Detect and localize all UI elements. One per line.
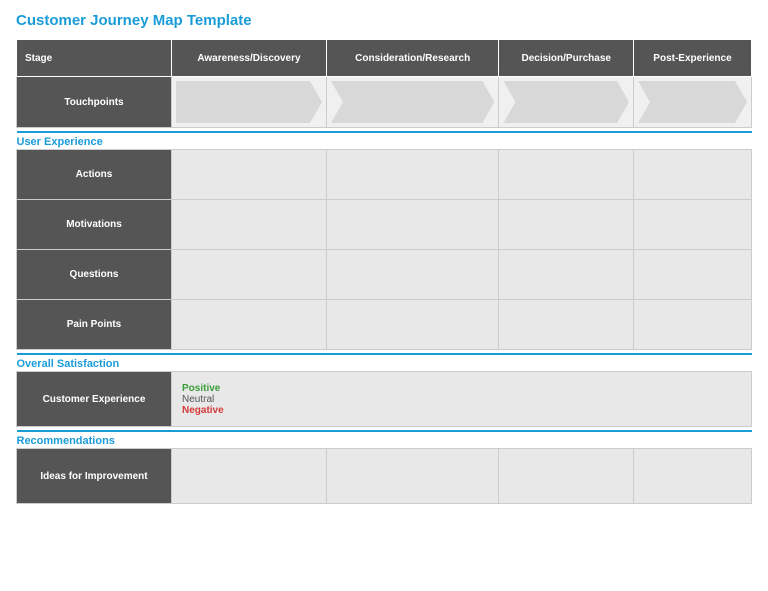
- overall-satisfaction-label: Overall Satisfaction: [17, 358, 120, 370]
- questions-cell-4[interactable]: [633, 250, 751, 300]
- customer-experience-label: Customer Experience: [17, 372, 172, 427]
- motivations-cell-4[interactable]: [633, 200, 751, 250]
- motivations-cell-3[interactable]: [499, 200, 634, 250]
- motivations-cell-1[interactable]: [172, 200, 327, 250]
- overall-satisfaction-section-row: Overall Satisfaction: [17, 350, 752, 372]
- questions-cell-3[interactable]: [499, 250, 634, 300]
- ideas-cell-1[interactable]: [172, 449, 327, 504]
- actions-cell-2[interactable]: [326, 150, 499, 200]
- customer-experience-cell[interactable]: Positive Neutral Negative: [172, 372, 752, 427]
- actions-label: Actions: [17, 150, 172, 200]
- ce-negative-label: Negative: [182, 405, 741, 416]
- recommendations-label: Recommendations: [17, 435, 115, 447]
- touchpoint-cell-4: [633, 77, 751, 128]
- actions-cell-1[interactable]: [172, 150, 327, 200]
- recommendations-section-row: Recommendations: [17, 427, 752, 449]
- ideas-label: Ideas for Improvement: [17, 449, 172, 504]
- touchpoint-cell-3: [499, 77, 634, 128]
- motivations-cell-2[interactable]: [326, 200, 499, 250]
- pain-points-cell-2[interactable]: [326, 300, 499, 350]
- pain-points-cell-1[interactable]: [172, 300, 327, 350]
- actions-cell-4[interactable]: [633, 150, 751, 200]
- questions-cell-2[interactable]: [326, 250, 499, 300]
- touchpoints-label: Touchpoints: [17, 77, 172, 128]
- ideas-cell-4[interactable]: [633, 449, 751, 504]
- ce-positive-label: Positive: [182, 383, 741, 394]
- tp-arrow-1: [176, 81, 322, 123]
- pain-points-cell-3[interactable]: [499, 300, 634, 350]
- pain-points-cell-4[interactable]: [633, 300, 751, 350]
- ce-neutral-label: Neutral: [182, 394, 741, 405]
- col2-arrow: Consideration/Research: [327, 40, 499, 76]
- col3-header: Decision/Purchase: [499, 40, 634, 77]
- col1-arrow: Awareness/Discovery: [172, 40, 326, 76]
- col3-arrow: Decision/Purchase: [499, 40, 633, 76]
- touchpoint-cell-1: [172, 77, 327, 128]
- col4-arrow: Post-Experience: [634, 40, 751, 76]
- ideas-cell-3[interactable]: [499, 449, 634, 504]
- tp-arrow-2: [331, 81, 495, 123]
- stage-header: Stage: [17, 40, 172, 77]
- tp-arrow-4: [638, 81, 747, 123]
- user-experience-section-row: User Experience: [17, 128, 752, 150]
- col4-header: Post-Experience: [633, 40, 751, 77]
- user-experience-label: User Experience: [17, 136, 103, 148]
- questions-label: Questions: [17, 250, 172, 300]
- ideas-cell-2[interactable]: [326, 449, 499, 504]
- actions-cell-3[interactable]: [499, 150, 634, 200]
- col1-header: Awareness/Discovery: [172, 40, 327, 77]
- tp-arrow-3: [503, 81, 629, 123]
- touchpoint-cell-2: [326, 77, 499, 128]
- questions-cell-1[interactable]: [172, 250, 327, 300]
- col2-header: Consideration/Research: [326, 40, 499, 77]
- page-title: Customer Journey Map Template: [16, 12, 752, 29]
- pain-points-label: Pain Points: [17, 300, 172, 350]
- motivations-label: Motivations: [17, 200, 172, 250]
